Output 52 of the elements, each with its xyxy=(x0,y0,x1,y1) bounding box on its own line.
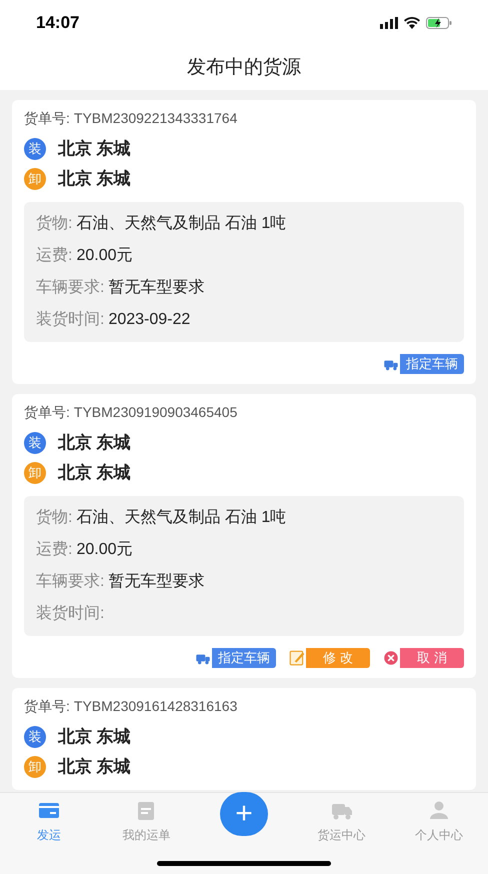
place-name: 北京 东城 xyxy=(58,138,131,160)
detail-label: 装货时间: xyxy=(36,604,104,624)
tab-label: 货运中心 xyxy=(318,827,366,844)
tab-item[interactable]: 个人中心 xyxy=(415,793,464,844)
detail-value: 石油、天然气及制品 石油 1吨 xyxy=(76,214,286,234)
detail-label: 车辆要求: xyxy=(36,278,104,298)
tab-label: 发运 xyxy=(36,827,61,844)
order-label: 货单号: xyxy=(24,108,70,128)
tab-item[interactable]: 发运 xyxy=(36,793,61,844)
tab-item[interactable]: 货运中心 xyxy=(318,793,366,844)
battery-icon xyxy=(426,17,452,29)
detail-label: 装货时间: xyxy=(36,310,104,330)
signal-icon xyxy=(380,17,398,29)
pencil-icon xyxy=(288,648,306,668)
detail-value: 暂无车型要求 xyxy=(108,572,204,592)
unload-badge: 卸 xyxy=(24,756,46,778)
wifi-icon xyxy=(404,17,420,29)
place-name: 北京 东城 xyxy=(58,462,131,484)
detail-value: 2023-09-22 xyxy=(108,310,190,330)
order-label: 货单号: xyxy=(24,402,70,422)
tab-label: 我的运单 xyxy=(122,827,170,844)
detail-value: 20.00元 xyxy=(76,540,132,560)
detail-label: 车辆要求: xyxy=(36,572,104,592)
action-button[interactable]: 取 消 xyxy=(400,648,464,668)
order-label: 货单号: xyxy=(24,696,70,716)
action-button[interactable]: 指定车辆 xyxy=(400,354,464,374)
order-number: TYBM2309161428316163 xyxy=(74,696,238,716)
load-badge: 装 xyxy=(24,432,46,454)
load-badge: 装 xyxy=(24,138,46,160)
place-name: 北京 东城 xyxy=(58,432,131,454)
status-time: 14:07 xyxy=(36,12,80,34)
place-name: 北京 东城 xyxy=(58,726,131,748)
page-title: 发布中的货源 xyxy=(187,56,301,80)
order-number: TYBM2309190903465405 xyxy=(74,402,238,422)
place-name: 北京 东城 xyxy=(58,756,131,778)
place-name: 北京 东城 xyxy=(58,168,131,190)
action-button[interactable]: 修 改 xyxy=(306,648,370,668)
detail-label: 运费: xyxy=(36,246,72,266)
unload-badge: 卸 xyxy=(24,168,46,190)
detail-value: 石油、天然气及制品 石油 1吨 xyxy=(76,508,286,528)
action-button[interactable]: 指定车辆 xyxy=(212,648,276,668)
detail-value: 暂无车型要求 xyxy=(108,278,204,298)
detail-value: 20.00元 xyxy=(76,246,132,266)
detail-label: 运费: xyxy=(36,540,72,560)
order-number: TYBM2309221343331764 xyxy=(74,108,238,128)
unload-badge: 卸 xyxy=(24,462,46,484)
detail-label: 货物: xyxy=(36,508,72,528)
tab-item[interactable]: 我的运单 xyxy=(122,793,170,844)
tab-label: 个人中心 xyxy=(415,827,464,844)
detail-label: 货物: xyxy=(36,214,72,234)
load-badge: 装 xyxy=(24,726,46,748)
add-button[interactable]: + xyxy=(220,792,268,836)
